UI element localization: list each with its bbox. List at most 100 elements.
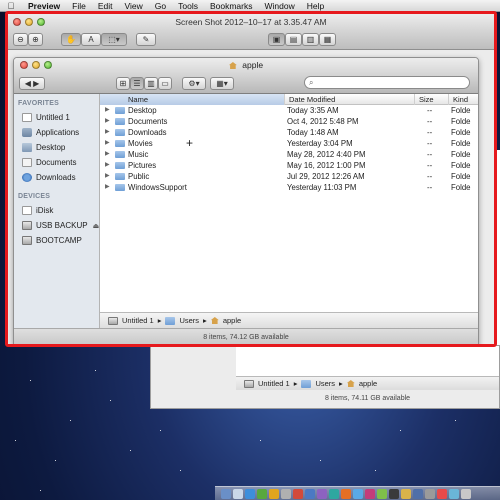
app-dock-icon[interactable]: [401, 488, 411, 499]
column-view-icon[interactable]: ▥: [144, 77, 158, 90]
menu-help[interactable]: Help: [301, 1, 330, 11]
sidebar-item-usb-backup[interactable]: USB BACKUP ⏏: [14, 218, 99, 233]
cover-flow-icon[interactable]: ▭: [158, 77, 172, 90]
documents-icon: [22, 158, 32, 167]
disclosure-triangle-icon[interactable]: ▶: [105, 171, 110, 182]
disclosure-triangle-icon[interactable]: ▶: [105, 138, 110, 149]
apple-menu-icon[interactable]: : [0, 1, 22, 11]
menu-edit[interactable]: Edit: [92, 1, 119, 11]
path-item[interactable]: apple: [223, 316, 241, 325]
app-dock-icon[interactable]: [437, 488, 447, 499]
gear-icon[interactable]: ⚙▾: [182, 77, 206, 90]
disclosure-triangle-icon[interactable]: ▶: [105, 182, 110, 193]
app-dock-icon[interactable]: [317, 488, 327, 499]
table-row[interactable]: ▶ Public Jul 29, 2012 12:26 AM -- Folde: [100, 171, 478, 182]
app-dock-icon[interactable]: [293, 488, 303, 499]
app-dock-icon[interactable]: [413, 488, 423, 499]
table-row[interactable]: ▶ WindowsSupport Yesterday 11:03 PM -- Folde: [100, 182, 478, 193]
disclosure-triangle-icon[interactable]: ▶: [105, 116, 110, 127]
background-status-bar: 8 items, 74.11 GB available: [324, 395, 411, 402]
path-item[interactable]: Untitled 1: [122, 316, 154, 325]
search-input[interactable]: ⌕: [304, 76, 470, 89]
app-dock-icon[interactable]: [389, 488, 399, 499]
app-dock-icon[interactable]: [425, 488, 435, 499]
menu-file[interactable]: File: [66, 1, 92, 11]
minimize-button[interactable]: [25, 18, 33, 26]
sidebar-item-idisk[interactable]: iDisk: [14, 203, 99, 218]
single-page-icon[interactable]: ▣: [268, 33, 285, 46]
two-page-icon[interactable]: ▤: [285, 33, 302, 46]
hand-icon[interactable]: ✋: [61, 33, 81, 46]
table-row[interactable]: ▶ Pictures May 16, 2012 1:00 PM -- Folde: [100, 160, 478, 171]
sidebar-item-applications[interactable]: Applications: [14, 125, 99, 140]
row-date: Oct 4, 2012 5:48 PM: [287, 117, 359, 126]
column-size[interactable]: Size: [414, 94, 448, 105]
sidebar-item-bootcamp[interactable]: BOOTCAMP: [14, 233, 99, 248]
menu-go[interactable]: Go: [149, 1, 172, 11]
finder-minimize-button[interactable]: [32, 61, 40, 69]
table-row[interactable]: ▶ Downloads Today 1:48 AM -- Folde: [100, 127, 478, 138]
close-button[interactable]: [13, 18, 21, 26]
column-kind[interactable]: Kind: [448, 94, 478, 105]
icon-view-icon[interactable]: ⊞: [116, 77, 130, 90]
preview-window[interactable]: Screen Shot 2012–10–17 at 3.35.47 AM ⊖ ⊕…: [5, 11, 497, 347]
sidebar-icon[interactable]: ▦: [319, 33, 336, 46]
menu-tools[interactable]: Tools: [172, 1, 204, 11]
app-dock-icon[interactable]: [377, 488, 387, 499]
zoom-out-icon[interactable]: ⊖: [13, 33, 28, 46]
column-name[interactable]: Name: [100, 94, 284, 105]
app-dock-icon[interactable]: [257, 488, 267, 499]
menu-app-name[interactable]: Preview: [22, 1, 66, 11]
app-dock-icon[interactable]: [329, 488, 339, 499]
row-size: --: [427, 139, 433, 148]
table-row[interactable]: ▶ Movies Yesterday 3:04 PM -- Folde: [100, 138, 478, 149]
finder-dock-icon[interactable]: [221, 488, 231, 499]
search-icon: ⌕: [309, 78, 314, 87]
finder-window[interactable]: apple ◀ ▶ ⊞ ☰ ▥ ▭ ⚙▾ ▦▾ ⌕ FAVORITES Unti…: [13, 57, 479, 344]
preview-toolbar: ⊖ ⊕ ✋ A ⬚▾ ✎ ▣ ▤ ▥ ▦: [8, 30, 494, 50]
row-size: --: [427, 172, 433, 181]
app-dock-icon[interactable]: [245, 488, 255, 499]
text-select-icon[interactable]: A: [81, 33, 101, 46]
finder-close-button[interactable]: [20, 61, 28, 69]
path-item[interactable]: Users: [179, 316, 199, 325]
trash-dock-icon[interactable]: [461, 488, 471, 499]
app-dock-icon[interactable]: [341, 488, 351, 499]
annotate-icon[interactable]: ✎: [136, 33, 156, 46]
row-kind: Folde: [451, 106, 471, 115]
menu-bookmarks[interactable]: Bookmarks: [204, 1, 259, 11]
sidebar-item-untitled[interactable]: Untitled 1: [14, 110, 99, 125]
zoom-button[interactable]: [37, 18, 45, 26]
zoom-in-icon[interactable]: ⊕: [28, 33, 43, 46]
table-row[interactable]: ▶ Desktop Today 3:35 AM -- Folde: [100, 105, 478, 116]
background-finder-window[interactable]: Untitled 1 ▸ Users ▸ apple 8 items, 74.1…: [150, 345, 500, 409]
column-date-modified[interactable]: Date Modified: [284, 94, 414, 105]
list-view-icon[interactable]: ☰: [130, 77, 144, 90]
app-dock-icon[interactable]: [353, 488, 363, 499]
app-dock-icon[interactable]: [305, 488, 315, 499]
disclosure-triangle-icon[interactable]: ▶: [105, 127, 110, 138]
app-dock-icon[interactable]: [365, 488, 375, 499]
back-forward-icon[interactable]: ◀ ▶: [19, 77, 45, 90]
table-row[interactable]: ▶ Music May 28, 2012 4:40 PM -- Folde: [100, 149, 478, 160]
row-kind: Folde: [451, 139, 471, 148]
sidebar-item-desktop[interactable]: Desktop: [14, 140, 99, 155]
thumbnail-icon[interactable]: ▥: [302, 33, 319, 46]
app-dock-icon[interactable]: [233, 488, 243, 499]
rect-select-icon[interactable]: ⬚▾: [101, 33, 127, 46]
disclosure-triangle-icon[interactable]: ▶: [105, 160, 110, 171]
sidebar-item-documents[interactable]: Documents: [14, 155, 99, 170]
row-kind: Folde: [451, 117, 471, 126]
disclosure-triangle-icon[interactable]: ▶: [105, 105, 110, 116]
app-dock-icon[interactable]: [449, 488, 459, 499]
finder-zoom-button[interactable]: [44, 61, 52, 69]
menu-window[interactable]: Window: [258, 1, 300, 11]
disclosure-triangle-icon[interactable]: ▶: [105, 149, 110, 160]
sidebar-item-downloads[interactable]: Downloads: [14, 170, 99, 185]
menu-view[interactable]: View: [119, 1, 149, 11]
app-dock-icon[interactable]: [269, 488, 279, 499]
eject-icon[interactable]: ⏏: [93, 222, 100, 230]
arrange-icon[interactable]: ▦▾: [210, 77, 234, 90]
table-row[interactable]: ▶ Documents Oct 4, 2012 5:48 PM -- Folde: [100, 116, 478, 127]
app-dock-icon[interactable]: [281, 488, 291, 499]
